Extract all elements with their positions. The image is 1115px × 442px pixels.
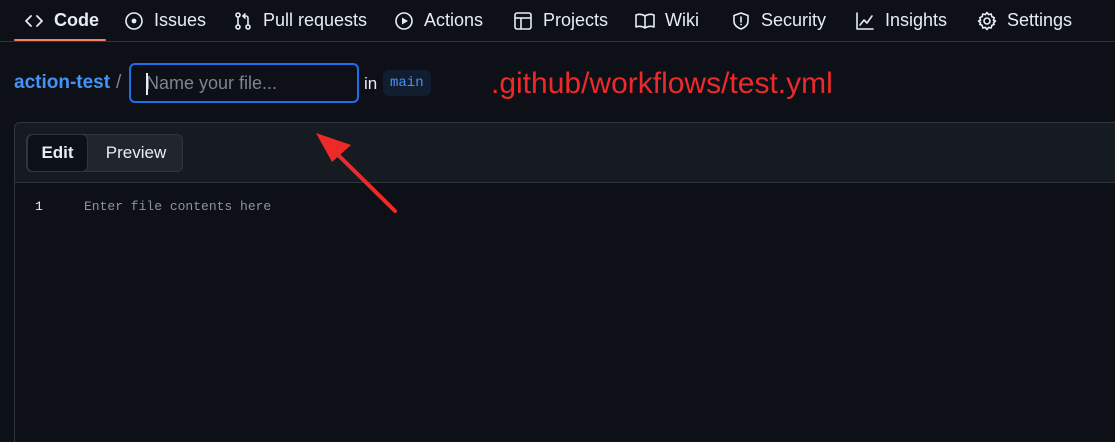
tab-wiki-label: Wiki xyxy=(665,10,699,30)
tab-pull-requests[interactable]: Pull requests xyxy=(233,0,367,41)
breadcrumb-repo-link[interactable]: action-test xyxy=(14,72,110,94)
tab-edit[interactable]: Edit xyxy=(27,134,88,172)
tab-code[interactable]: Code xyxy=(24,0,99,41)
git-pull-request-icon xyxy=(233,11,253,31)
new-file-page: Code Issues Pull requests Actions Projec… xyxy=(0,0,1115,442)
issue-opened-icon xyxy=(124,11,144,31)
tab-actions[interactable]: Actions xyxy=(394,0,483,41)
annotation-path-text: .github/workflows/test.yml xyxy=(491,67,833,100)
text-caret xyxy=(146,73,148,95)
book-icon xyxy=(635,11,655,31)
editor-header: Edit Preview xyxy=(15,123,1115,183)
gear-icon xyxy=(977,11,997,31)
file-editor: Edit Preview 1 Enter file contents here xyxy=(14,122,1115,442)
tab-wiki[interactable]: Wiki xyxy=(635,0,699,41)
play-icon xyxy=(394,11,414,31)
tab-preview[interactable]: Preview xyxy=(88,135,184,171)
tab-issues[interactable]: Issues xyxy=(124,0,206,41)
tab-actions-label: Actions xyxy=(424,10,484,30)
shield-icon xyxy=(731,11,751,31)
in-label: in xyxy=(364,74,378,93)
table-icon xyxy=(513,11,533,31)
tab-projects[interactable]: Projects xyxy=(513,0,608,41)
tab-insights-label: Insights xyxy=(885,10,948,30)
tab-issues-label: Issues xyxy=(154,10,207,30)
branch-badge[interactable]: main xyxy=(383,70,431,96)
tab-security-label: Security xyxy=(761,10,827,30)
repo-nav: Code Issues Pull requests Actions Projec… xyxy=(0,0,1115,42)
tab-code-label: Code xyxy=(54,10,99,30)
tab-projects-label: Projects xyxy=(543,10,609,30)
breadcrumb-separator: / xyxy=(116,72,122,93)
graph-icon xyxy=(855,11,875,31)
line-number: 1 xyxy=(35,199,43,214)
filename-input[interactable] xyxy=(129,63,359,103)
edit-preview-toggle: Edit Preview xyxy=(26,134,183,172)
tab-pull-requests-label: Pull requests xyxy=(263,10,368,30)
tab-settings[interactable]: Settings xyxy=(977,0,1072,41)
tab-security[interactable]: Security xyxy=(731,0,826,41)
editor-content-area[interactable]: Enter file contents here xyxy=(84,199,271,214)
code-icon xyxy=(24,11,44,31)
selected-tab-indicator xyxy=(14,39,106,41)
tab-settings-label: Settings xyxy=(1007,10,1073,30)
tab-insights[interactable]: Insights xyxy=(855,0,947,41)
